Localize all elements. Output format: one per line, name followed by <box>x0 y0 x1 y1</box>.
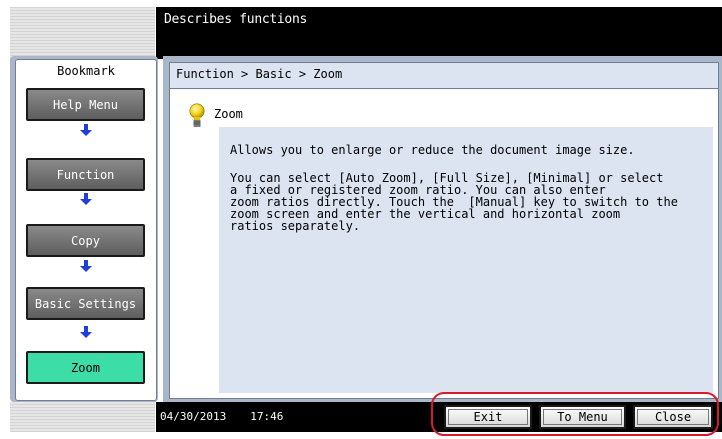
time-text: 17:46 <box>250 410 284 423</box>
date-text: 04/30/2013 <box>160 410 227 423</box>
bookmark-function-button[interactable]: Function <box>26 158 145 191</box>
bookmark-basic-settings-button[interactable]: Basic Settings <box>26 287 145 320</box>
datetime-display: 04/30/2013 17:46 <box>160 410 283 423</box>
arrow-down-icon <box>80 124 92 136</box>
help-topic-title: Zoom <box>214 107 243 121</box>
bookmark-panel: Bookmark Help Menu Function Copy Basic S… <box>10 56 158 402</box>
arrow-down-icon <box>80 260 92 272</box>
help-description-box: Allows you to enlarge or reduce the docu… <box>219 127 713 393</box>
lightbulb-icon <box>189 103 205 127</box>
help-content-panel: Function > Basic > Zoom Zoom Allows you … <box>163 56 722 402</box>
arrow-down-icon <box>80 326 92 338</box>
breadcrumb: Function > Basic > Zoom <box>170 63 718 89</box>
close-button[interactable]: Close <box>633 405 713 429</box>
to-menu-button[interactable]: To Menu <box>539 405 626 429</box>
header-spacer <box>10 7 155 59</box>
bookmark-copy-button[interactable]: Copy <box>26 224 145 257</box>
bookmark-help-menu-button[interactable]: Help Menu <box>26 88 145 121</box>
bookmark-zoom-button[interactable]: Zoom <box>26 351 145 384</box>
exit-button[interactable]: Exit <box>444 405 532 429</box>
help-content: Function > Basic > Zoom Zoom Allows you … <box>169 62 719 399</box>
help-paragraph: Allows you to enlarge or reduce the docu… <box>230 143 635 157</box>
page-title: Describes functions <box>164 12 308 27</box>
footer-spacer <box>10 402 155 432</box>
arrow-down-icon <box>80 193 92 205</box>
breadcrumb-text: Function > Basic > Zoom <box>176 67 343 81</box>
header-bar: Describes functions <box>156 7 722 59</box>
bookmark-title: Bookmark <box>57 64 115 78</box>
help-paragraph: You can select [Auto Zoom], [Full Size],… <box>230 171 678 233</box>
bookmark-list: Bookmark Help Menu Function Copy Basic S… <box>15 59 157 401</box>
help-screen: Describes functions Bookmark Help Menu F… <box>0 0 722 439</box>
